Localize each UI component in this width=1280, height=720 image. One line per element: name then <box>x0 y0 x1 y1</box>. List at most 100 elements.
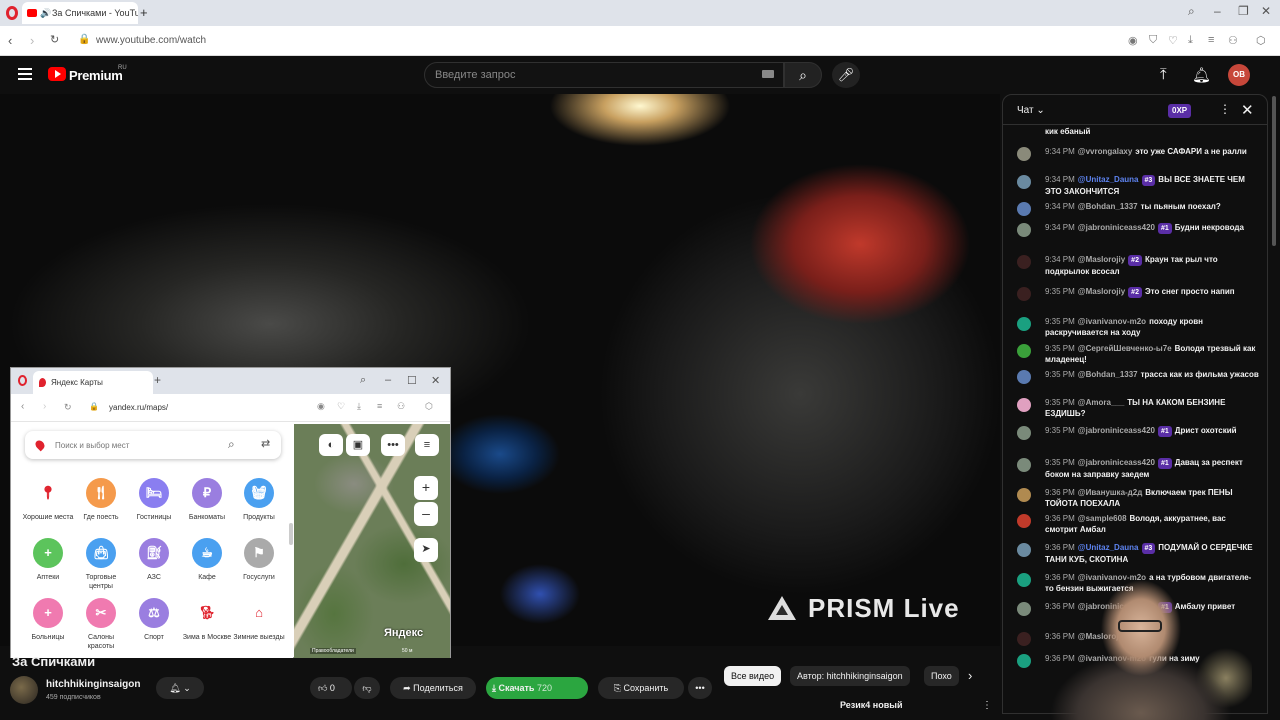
category-scissors[interactable]: ✂ Салоны красоты <box>74 598 128 651</box>
account-avatar[interactable]: OB <box>1228 64 1250 86</box>
popup-url-field[interactable]: yandex.ru/maps/ <box>109 403 168 412</box>
keyboard-icon[interactable] <box>762 70 774 78</box>
reload-icon[interactable]: ↻ <box>64 402 72 413</box>
share-button[interactable]: ➦ Поделиться <box>390 677 476 699</box>
channel-name[interactable]: hitchhikinginsaigon <box>46 679 140 690</box>
channel-avatar[interactable] <box>10 676 38 704</box>
chat-author[interactable]: @Bohdan_1337 <box>1078 370 1138 379</box>
chat-author[interactable]: @vvrongalaxy <box>1078 147 1133 156</box>
maximize-button[interactable]: ❐ <box>1238 4 1249 18</box>
upload-icon[interactable]: ⤒ <box>1160 66 1167 83</box>
voice-search-button[interactable]: 🎤︎ <box>832 62 860 88</box>
chat-author[interactable]: @Amora___ <box>1078 398 1125 407</box>
more-options-icon[interactable]: ⋮ <box>982 700 992 711</box>
close-window-button[interactable]: ✕ <box>431 374 440 387</box>
forward-icon[interactable]: › <box>43 401 46 412</box>
category-plus[interactable]: + Больницы <box>21 598 75 642</box>
menu-icon[interactable]: ≡ <box>415 434 439 456</box>
save-button[interactable]: ⎘ Сохранить <box>598 677 684 699</box>
chat-author[interactable]: @Bohdan_1337 <box>1078 202 1138 211</box>
category-bed[interactable]: 🛏︎ Гостиницы <box>127 478 181 522</box>
chip-all-videos[interactable]: Все видео <box>724 666 782 686</box>
notifications-bell-icon[interactable]: 🔔︎ <box>1192 66 1211 84</box>
menu-list-icon[interactable]: ≡ <box>1208 34 1214 46</box>
heart-icon[interactable]: ♡ <box>337 401 345 412</box>
download-icon[interactable]: ⤓ <box>1188 34 1193 47</box>
chat-avatar[interactable] <box>1017 223 1031 237</box>
search-tabs-icon[interactable]: ⌕ <box>360 374 366 387</box>
chat-avatar[interactable] <box>1017 317 1031 331</box>
download-button[interactable]: ⤓ Скачать 720 <box>486 677 588 699</box>
chat-author[interactable]: @Unitaz_Dauna <box>1078 175 1139 184</box>
minimize-button[interactable]: – <box>1214 4 1221 18</box>
chat-avatar[interactable] <box>1017 175 1031 189</box>
like-button[interactable]: 👍︎ 0 <box>310 677 352 699</box>
heart-icon[interactable]: ♡ <box>1168 34 1178 47</box>
reload-icon[interactable]: ↻ <box>50 33 59 46</box>
popup-tab[interactable]: Яндекс Карты <box>33 371 153 394</box>
chat-author[interactable]: @jabroniniceass420 <box>1078 458 1155 467</box>
place-search-input[interactable]: Поиск и выбор мест ⌕ ⇄ <box>25 431 281 459</box>
dislike-button[interactable]: 👎︎ <box>354 677 380 699</box>
new-tab-button[interactable]: + <box>140 5 148 20</box>
category-cup[interactable]: ☕︎ Кафе <box>180 538 234 582</box>
chat-author[interactable]: @Maslorojiy <box>1078 287 1125 296</box>
locate-me-icon[interactable]: ➤ <box>414 538 438 562</box>
zoom-out-button[interactable]: – <box>414 502 438 526</box>
lock-icon[interactable]: 🔒 <box>78 34 90 45</box>
forward-icon[interactable]: › <box>30 33 34 48</box>
layers-icon[interactable]: ◐ <box>319 434 343 456</box>
category-dog[interactable]: 🐕︎ Зима в Москве <box>180 598 234 642</box>
xp-badge[interactable]: 0XP <box>1168 104 1192 118</box>
chat-avatar[interactable] <box>1017 370 1031 384</box>
chat-author[interactable]: @jabroniniceass420 <box>1078 223 1155 232</box>
chat-author[interactable]: @Maslorojiy <box>1078 255 1125 264</box>
new-tab-button[interactable]: + <box>154 373 161 387</box>
chat-author[interactable]: @ivanivanov-m2o <box>1078 317 1146 326</box>
extension-icon[interactable]: ⬡ <box>1256 34 1266 47</box>
chat-author[interactable]: @sample608 <box>1078 514 1127 523</box>
category-ruble[interactable]: ₽ Банкоматы <box>180 478 234 522</box>
chat-avatar[interactable] <box>1017 287 1031 301</box>
profile-icon[interactable]: ⚇ <box>397 401 405 412</box>
chat-author[interactable]: @Unitaz_Dauna <box>1078 543 1139 552</box>
chat-avatar[interactable] <box>1017 543 1031 557</box>
category-pin[interactable]: 📍︎ Хорошие места <box>21 478 75 522</box>
close-window-button[interactable]: ✕ <box>1261 4 1271 18</box>
chat-author[interactable]: @СергейШевченко-ы7е <box>1078 344 1172 353</box>
close-chat-icon[interactable]: ✕ <box>1241 101 1254 119</box>
lock-icon[interactable]: 🔒 <box>89 402 99 411</box>
menu-list-icon[interactable]: ≡ <box>377 401 382 411</box>
category-dumbbell[interactable]: ⚖ Спорт <box>127 598 181 642</box>
category-fuel[interactable]: ⛽︎ АЗС <box>127 538 181 582</box>
chat-scrollbar[interactable] <box>1272 96 1276 246</box>
search-input[interactable]: Введите запрос <box>424 62 784 88</box>
more-options-icon[interactable]: ••• <box>381 434 405 456</box>
opera-logo-icon[interactable] <box>6 6 18 20</box>
chip-author[interactable]: Автор: hitchhikinginsaigon <box>790 666 910 686</box>
chat-menu-icon[interactable]: ⋮ <box>1219 102 1231 116</box>
search-tabs-icon[interactable]: ⌕ <box>1188 4 1195 19</box>
zoom-in-button[interactable]: + <box>414 476 438 500</box>
chip-similar[interactable]: Похо <box>924 666 959 686</box>
speaker-icon[interactable]: 🔊 <box>40 8 51 19</box>
chat-mode-dropdown[interactable]: Чат ⌄ <box>1017 105 1045 116</box>
profile-icon[interactable]: ⚇ <box>1228 34 1238 47</box>
chat-author[interactable]: @Иванушка-д2д <box>1078 488 1142 497</box>
download-icon[interactable]: ⤓ <box>357 401 361 412</box>
chat-avatar[interactable] <box>1017 488 1031 502</box>
opera-logo-icon[interactable] <box>18 375 27 386</box>
chat-avatar[interactable] <box>1017 344 1031 358</box>
url-field[interactable]: www.youtube.com/watch <box>96 35 206 46</box>
chat-avatar[interactable] <box>1017 426 1031 440</box>
chat-avatar[interactable] <box>1017 514 1031 528</box>
menu-hamburger-icon[interactable] <box>18 68 32 80</box>
extension-icon[interactable]: ⬡ <box>425 401 433 412</box>
chips-next-icon[interactable]: › <box>968 668 972 683</box>
more-actions-button[interactable]: ••• <box>688 677 712 699</box>
subscribe-bell-button[interactable]: 🔔︎ ⌄ <box>156 677 204 699</box>
chat-avatar[interactable] <box>1017 398 1031 412</box>
category-flag[interactable]: ⚑ Госуслуги <box>232 538 286 582</box>
category-bag[interactable]: 👜︎ Торговые центры <box>74 538 128 591</box>
camera-icon[interactable]: ◉ <box>317 401 325 412</box>
